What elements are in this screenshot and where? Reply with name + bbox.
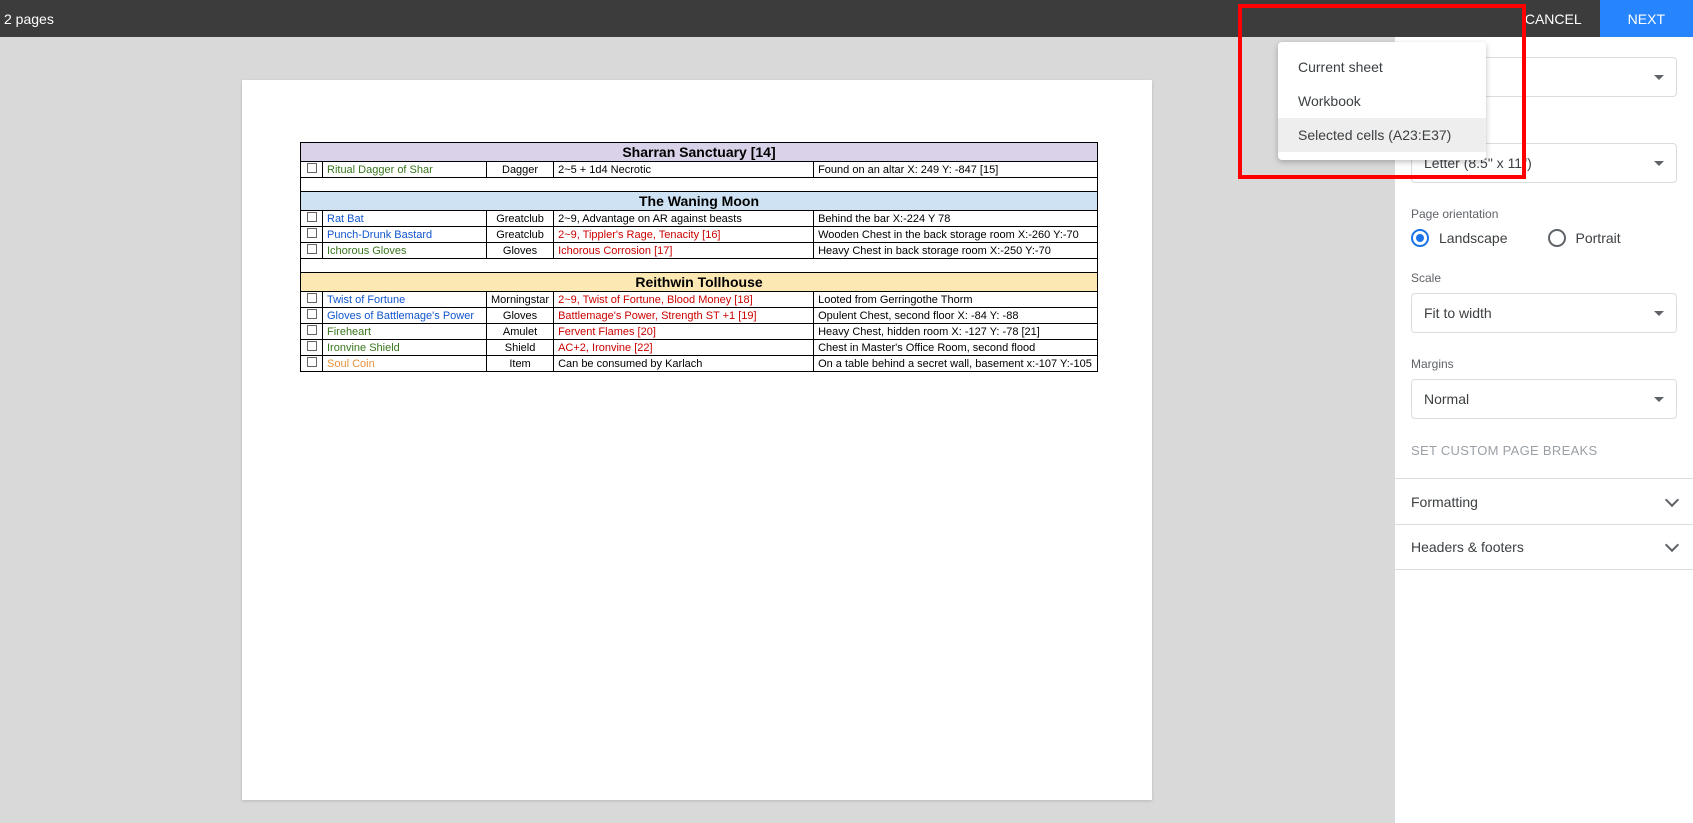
item-type: Item [487,356,554,372]
item-name: Ironvine Shield [323,340,487,356]
margins-label: Margins [1411,357,1677,371]
dropdown-option[interactable]: Workbook [1278,84,1486,118]
table-row: Gloves of Battlemage's PowerGlovesBattle… [301,308,1098,324]
item-location: Chest in Master's Office Room, second fl… [814,340,1098,356]
chevron-down-icon [1665,538,1679,552]
cancel-button[interactable]: CANCEL [1507,0,1600,37]
item-name: Punch-Drunk Bastard [323,227,487,243]
radio-unchecked-icon [1548,229,1566,247]
scale-select[interactable]: Fit to width [1411,293,1677,333]
item-stats: Can be consumed by Karlach [554,356,814,372]
item-location: Behind the bar X:-224 Y 78 [814,211,1098,227]
item-location: Heavy Chest, hidden room X: -127 Y: -78 … [814,324,1098,340]
dropdown-option[interactable]: Current sheet [1278,50,1486,84]
orientation-group: Landscape Portrait [1411,229,1677,247]
item-stats: Fervent Flames [20] [554,324,814,340]
preview-page: Sharran Sanctuary [14]Ritual Dagger of S… [242,80,1152,800]
item-location: Looted from Gerringothe Thorm [814,292,1098,308]
portrait-radio[interactable]: Portrait [1548,229,1621,247]
table-row: Ironvine ShieldShieldAC+2, Ironvine [22]… [301,340,1098,356]
dropdown-option[interactable]: Selected cells (A23:E37) [1278,118,1486,152]
document-table: Sharran Sanctuary [14]Ritual Dagger of S… [300,142,1098,372]
item-type: Morningstar [487,292,554,308]
scale-label: Scale [1411,271,1677,285]
formatting-label: Formatting [1411,494,1478,510]
item-type: Greatclub [487,211,554,227]
orientation-label: Page orientation [1411,207,1677,221]
item-stats: 2~9, Twist of Fortune, Blood Money [18] [554,292,814,308]
item-name: Ritual Dagger of Shar [323,162,487,178]
checkbox-cell[interactable] [301,340,323,356]
item-name: Fireheart [323,324,487,340]
margins-value: Normal [1424,391,1469,407]
item-name: Ichorous Gloves [323,243,487,259]
item-type: Gloves [487,243,554,259]
topbar-actions: CANCEL NEXT [1507,0,1693,37]
checkbox-cell[interactable] [301,324,323,340]
item-type: Dagger [487,162,554,178]
print-range-dropdown-menu: Current sheetWorkbookSelected cells (A23… [1278,42,1486,160]
item-name: Soul Coin [323,356,487,372]
headers-footers-label: Headers & footers [1411,539,1524,555]
table-row: Rat BatGreatclub2~9, Advantage on AR aga… [301,211,1098,227]
item-location: On a table behind a secret wall, basemen… [814,356,1098,372]
pages-count-label: 2 pages [4,11,54,27]
landscape-label: Landscape [1439,230,1508,246]
topbar: 2 pages CANCEL NEXT [0,0,1693,37]
set-custom-page-breaks-link[interactable]: SET CUSTOM PAGE BREAKS [1395,443,1693,458]
item-location: Opulent Chest, second floor X: -84 Y: -8… [814,308,1098,324]
table-row: FireheartAmuletFervent Flames [20]Heavy … [301,324,1098,340]
item-type: Gloves [487,308,554,324]
item-type: Amulet [487,324,554,340]
table-row: Ritual Dagger of SharDagger2~5 + 1d4 Nec… [301,162,1098,178]
scale-value: Fit to width [1424,305,1492,321]
item-stats: Battlemage's Power, Strength ST +1 [19] [554,308,814,324]
checkbox-cell[interactable] [301,211,323,227]
item-type: Greatclub [487,227,554,243]
item-name: Twist of Fortune [323,292,487,308]
item-name: Rat Bat [323,211,487,227]
item-stats: Ichorous Corrosion [17] [554,243,814,259]
dropdown-triangle-icon [1654,161,1664,166]
landscape-radio[interactable]: Landscape [1411,229,1508,247]
item-type: Shield [487,340,554,356]
item-stats: 2~5 + 1d4 Necrotic [554,162,814,178]
section-header: Reithwin Tollhouse [301,273,1098,292]
section-header: The Waning Moon [301,192,1098,211]
portrait-label: Portrait [1576,230,1621,246]
next-button[interactable]: NEXT [1600,0,1693,37]
margins-select[interactable]: Normal [1411,379,1677,419]
table-row: Punch-Drunk BastardGreatclub2~9, Tippler… [301,227,1098,243]
item-name: Gloves of Battlemage's Power [323,308,487,324]
item-stats: 2~9, Tippler's Rage, Tenacity [16] [554,227,814,243]
section-header: Sharran Sanctuary [14] [301,143,1098,162]
item-location: Heavy Chest in back storage room X:-250 … [814,243,1098,259]
table-row: Twist of FortuneMorningstar2~9, Twist of… [301,292,1098,308]
headers-footers-accordion[interactable]: Headers & footers [1395,524,1693,570]
radio-checked-icon [1411,229,1429,247]
checkbox-cell[interactable] [301,308,323,324]
checkbox-cell[interactable] [301,356,323,372]
formatting-accordion[interactable]: Formatting [1395,478,1693,524]
item-stats: AC+2, Ironvine [22] [554,340,814,356]
print-preview-area: Sharran Sanctuary [14]Ritual Dagger of S… [0,37,1394,823]
dropdown-triangle-icon [1654,75,1664,80]
table-row: Ichorous GlovesGlovesIchorous Corrosion … [301,243,1098,259]
chevron-down-icon [1665,492,1679,506]
checkbox-cell[interactable] [301,227,323,243]
table-row: Soul CoinItemCan be consumed by KarlachO… [301,356,1098,372]
item-location: Wooden Chest in the back storage room X:… [814,227,1098,243]
checkbox-cell[interactable] [301,162,323,178]
item-location: Found on an altar X: 249 Y: -847 [15] [814,162,1098,178]
checkbox-cell[interactable] [301,243,323,259]
item-stats: 2~9, Advantage on AR against beasts [554,211,814,227]
checkbox-cell[interactable] [301,292,323,308]
dropdown-triangle-icon [1654,397,1664,402]
dropdown-triangle-icon [1654,311,1664,316]
